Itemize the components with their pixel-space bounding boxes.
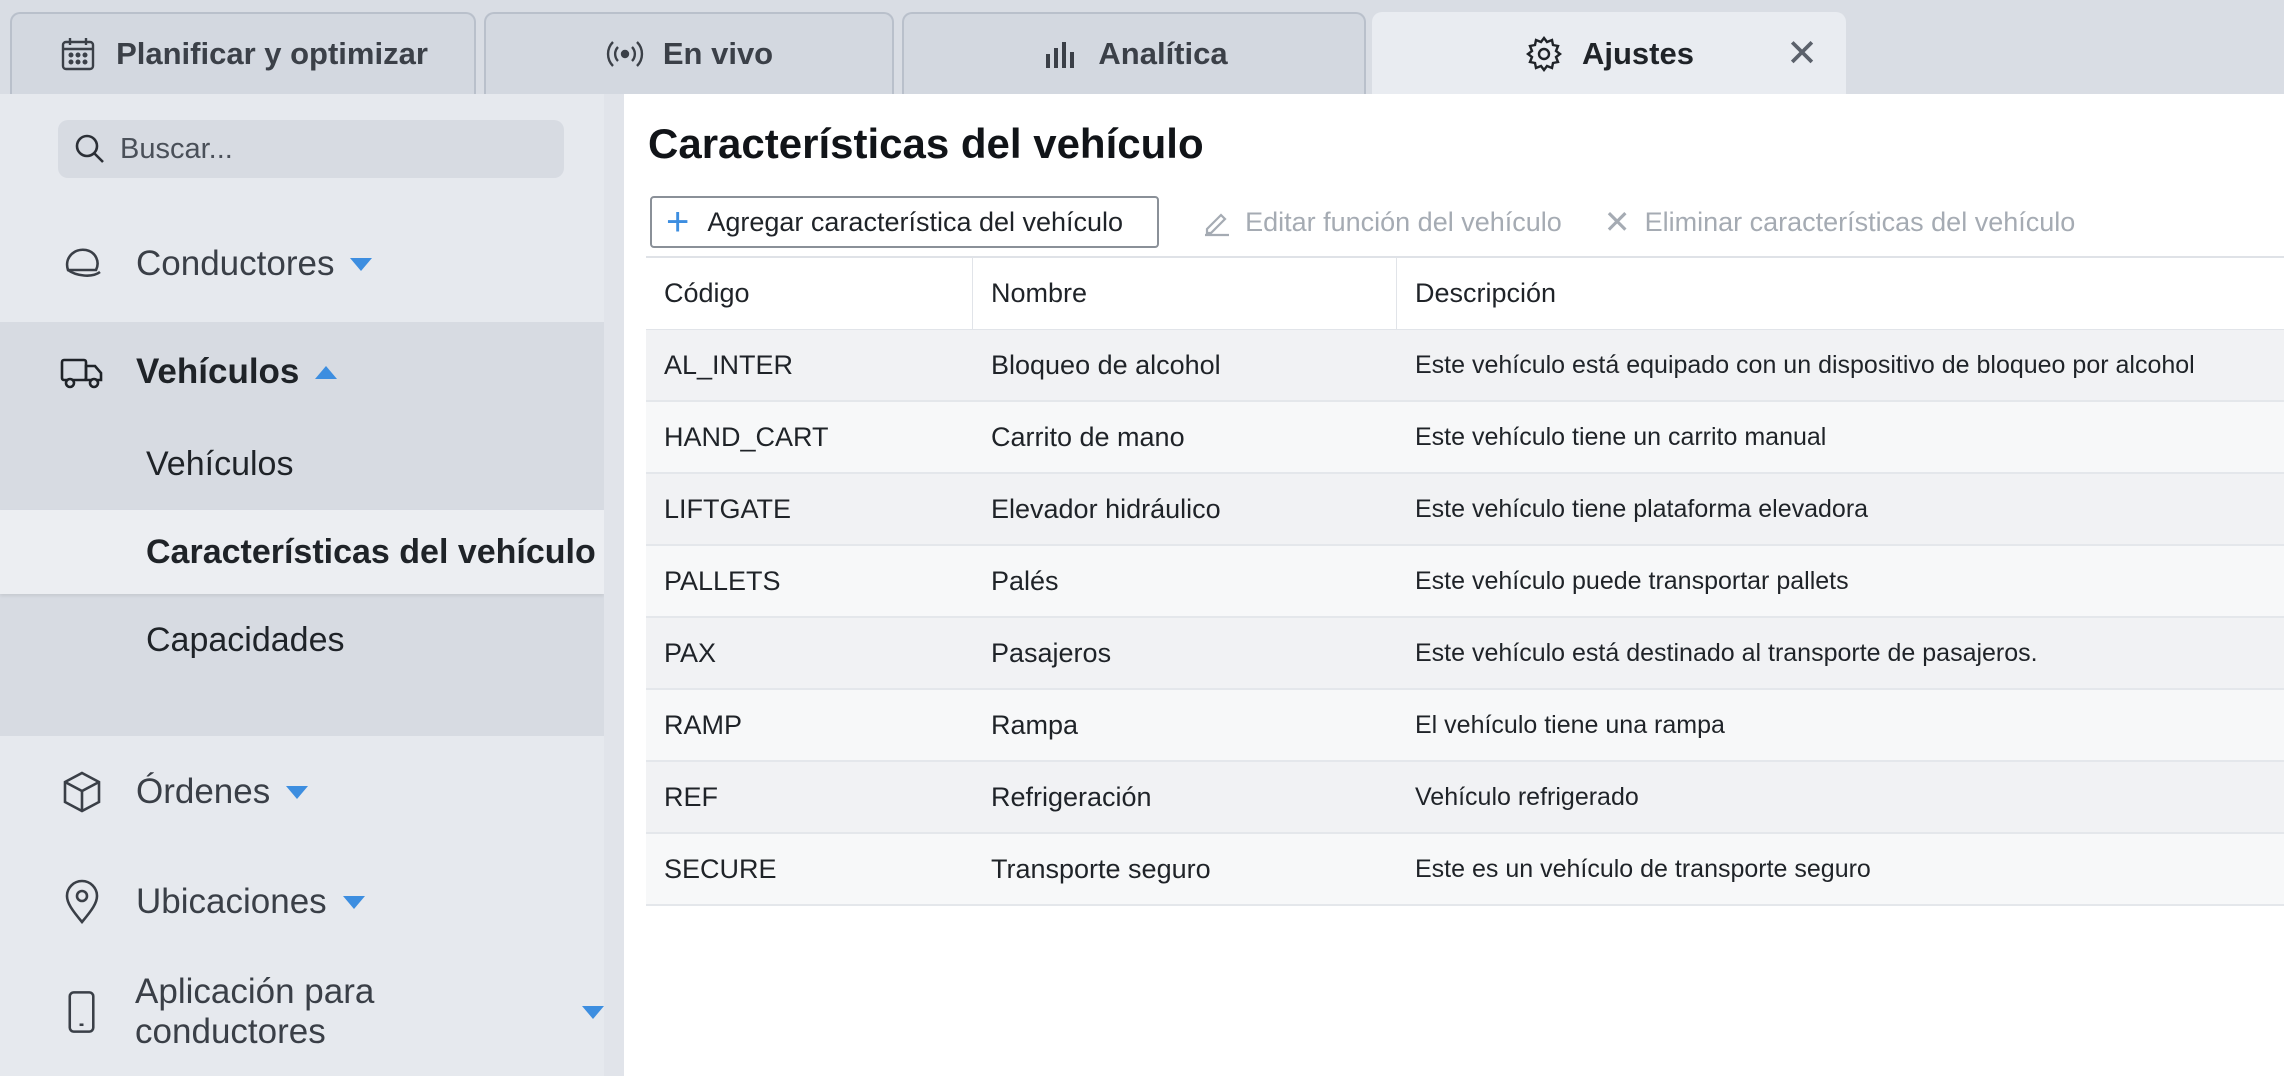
cell-name: Carrito de mano <box>991 421 1185 452</box>
cell-description: Este es un vehículo de transporte seguro <box>1415 854 1871 883</box>
sidebar: Conductores Vehículos Vehículos Caracter… <box>0 94 604 1076</box>
button-label: Editar función del vehículo <box>1245 206 1562 237</box>
sidebar-item-driver-app[interactable]: Aplicación para conductores <box>0 972 604 1052</box>
column-header-description[interactable]: Descripción <box>1397 258 2284 330</box>
close-icon: ✕ <box>1603 204 1631 240</box>
cell-name: Palés <box>991 565 1059 596</box>
sidebar-subitem-label: Características del vehículo <box>146 532 596 571</box>
chevron-down-icon <box>350 257 373 271</box>
chevron-up-icon <box>315 365 338 379</box>
delete-vehicle-feature-button[interactable]: ✕ Eliminar características del vehículo <box>1604 196 2075 248</box>
cell-description: Este vehículo está destinado al transpor… <box>1415 638 2038 667</box>
sidebar-item-label: Órdenes <box>136 772 271 811</box>
cell-description: Vehículo refrigerado <box>1415 782 1639 811</box>
tab-label: En vivo <box>662 36 774 71</box>
main-gutter <box>604 94 624 1076</box>
gear-icon <box>1526 36 1562 72</box>
cell-name: Bloqueo de alcohol <box>991 349 1221 380</box>
top-tab-bar: Planificar y optimizar En vivo Analítica… <box>0 0 2284 94</box>
cell-description: Este vehículo tiene un carrito manual <box>1415 422 1827 451</box>
cell-name: Elevador hidráulico <box>991 493 1221 524</box>
sidebar-subitem-label: Vehículos <box>146 444 294 483</box>
table-row[interactable]: SECURE Transporte seguro Este es un vehí… <box>646 834 2284 906</box>
cell-code: SECURE <box>664 853 777 884</box>
tab-label: Planificar y optimizar <box>116 36 428 71</box>
table-row[interactable]: RAMP Rampa El vehículo tiene una rampa <box>646 690 2284 762</box>
cell-code: RAMP <box>664 709 743 740</box>
tab-live[interactable]: En vivo <box>484 12 894 94</box>
sidebar-item-label: Aplicación para conductores <box>135 972 375 1051</box>
sidebar-subitem-vehicle-features[interactable]: Características del vehículo <box>0 510 604 594</box>
toolbar: + Agregar característica del vehículo Ed… <box>650 196 2075 248</box>
table-row[interactable]: PALLETS Palés Este vehículo puede transp… <box>646 546 2284 618</box>
column-header-code[interactable]: Código <box>646 257 973 330</box>
chevron-down-icon <box>286 785 309 799</box>
cell-name: Transporte seguro <box>991 853 1211 884</box>
sidebar-item-vehicles[interactable]: Vehículos <box>0 322 604 422</box>
main-content: Características del vehículo + Agregar c… <box>604 94 2284 1076</box>
cell-code: LIFTGATE <box>664 493 792 524</box>
tab-plan-optimize[interactable]: Planificar y optimizar <box>10 12 476 94</box>
bar-chart-icon <box>1046 42 1075 68</box>
table-row[interactable]: HAND_CART Carrito de mano Este vehículo … <box>646 402 2284 474</box>
tab-label: Analítica <box>1098 36 1228 71</box>
table-body: AL_INTER Bloqueo de alcohol Este vehícul… <box>646 330 2284 906</box>
tab-analytics[interactable]: Analítica <box>902 12 1366 94</box>
cell-description: Este vehículo puede transportar pallets <box>1415 566 1849 595</box>
cell-code: PAX <box>664 637 717 668</box>
table-row[interactable]: PAX Pasajeros Este vehículo está destina… <box>646 618 2284 690</box>
live-broadcast-icon <box>606 41 644 67</box>
table-row[interactable]: AL_INTER Bloqueo de alcohol Este vehícul… <box>646 330 2284 402</box>
vehicle-features-table: Código Nombre Descripción AL_INTER Bloqu… <box>646 256 2284 906</box>
plus-icon: + <box>666 200 690 244</box>
sidebar-item-label: Ubicaciones <box>136 882 327 921</box>
sidebar-subitem-label: Capacidades <box>146 620 345 659</box>
page-title: Características del vehículo <box>648 120 1204 167</box>
truck-icon <box>60 358 103 389</box>
pencil-icon <box>1205 213 1230 237</box>
sidebar-subitem-vehicles[interactable]: Vehículos <box>0 422 604 506</box>
cell-name: Rampa <box>991 709 1079 740</box>
close-tab-icon[interactable]: ✕ <box>1786 35 1818 73</box>
sidebar-item-label: Vehículos <box>136 352 300 391</box>
sidebar-item-locations[interactable]: Ubicaciones <box>0 862 604 942</box>
cell-description: Este vehículo tiene plataforma elevadora <box>1415 494 1869 523</box>
mobile-phone-icon <box>68 991 95 1033</box>
tab-settings[interactable]: Ajustes ✕ <box>1372 12 1846 94</box>
table-row[interactable]: LIFTGATE Elevador hidráulico Este vehícu… <box>646 474 2284 546</box>
chevron-down-icon <box>342 895 365 909</box>
tab-label: Ajustes <box>1582 36 1694 71</box>
column-header-name[interactable]: Nombre <box>973 257 1397 330</box>
cell-code: HAND_CART <box>664 421 829 452</box>
add-vehicle-feature-button[interactable]: + Agregar característica del vehículo <box>650 196 1160 248</box>
cell-name: Refrigeración <box>991 781 1152 812</box>
cell-description: Este vehículo está equipado con un dispo… <box>1415 350 2195 379</box>
sidebar-subitem-capacities[interactable]: Capacidades <box>0 598 604 682</box>
chevron-down-icon <box>582 1005 604 1019</box>
vehicles-group: Vehículos Vehículos Características del … <box>0 322 604 736</box>
button-label: Agregar característica del vehículo <box>707 206 1124 237</box>
search-icon <box>75 134 104 163</box>
button-label: Eliminar características del vehículo <box>1644 206 2076 237</box>
cell-description: El vehículo tiene una rampa <box>1415 710 1725 739</box>
cell-code: AL_INTER <box>664 349 794 380</box>
table-header: Código Nombre Descripción <box>646 257 2284 330</box>
table-row[interactable]: REF Refrigeración Vehículo refrigerado <box>646 762 2284 834</box>
search-box[interactable] <box>58 120 564 178</box>
cap-icon <box>65 248 101 277</box>
cell-name: Pasajeros <box>991 637 1112 668</box>
edit-vehicle-feature-button[interactable]: Editar función del vehículo <box>1201 196 1562 248</box>
search-input[interactable] <box>120 132 540 166</box>
cell-code: PALLETS <box>664 565 781 596</box>
sidebar-item-drivers[interactable]: Conductores <box>0 224 604 304</box>
sidebar-item-orders[interactable]: Órdenes <box>0 752 604 832</box>
location-pin-icon <box>65 879 99 925</box>
box-icon <box>63 771 101 813</box>
cell-code: REF <box>664 781 718 812</box>
sidebar-item-label: Conductores <box>136 244 335 283</box>
calendar-icon <box>61 38 95 71</box>
